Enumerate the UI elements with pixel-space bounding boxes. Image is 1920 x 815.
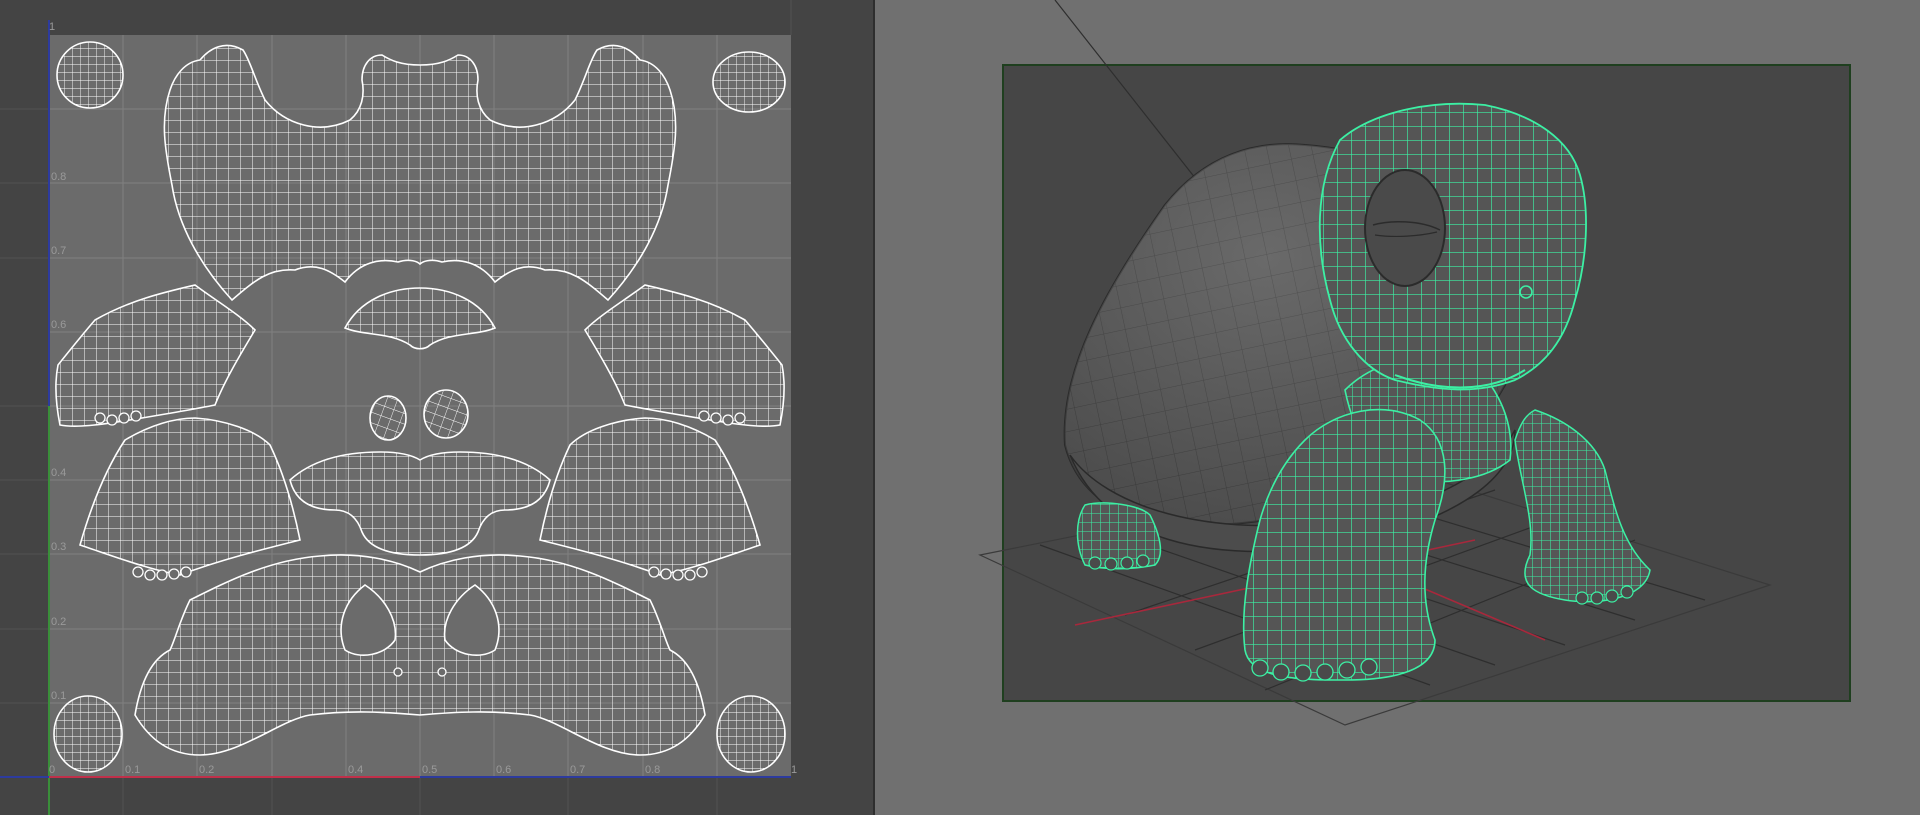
uv-shell-foot-top-left[interactable]	[56, 41, 124, 109]
uv-shell-eye-right[interactable]	[423, 389, 469, 439]
uv-shell-back[interactable]	[163, 44, 677, 302]
v-label-0.6: 0.6	[51, 319, 66, 331]
v-label-0.1: 0.1	[51, 690, 66, 702]
v-label-0.4: 0.4	[51, 467, 66, 479]
uv-editor-canvas[interactable]: 0 0.1 0.2 0.4 0.5 0.6 0.7 0.8 1 1 0.8 0.…	[0, 0, 873, 815]
viewport-canvas[interactable]	[875, 0, 1920, 815]
uv-shell-foot-bottom-right[interactable]	[716, 695, 786, 773]
uv-shell-foot-bottom-left[interactable]	[53, 695, 123, 773]
uv-shell-foot-top-right[interactable]	[712, 51, 786, 113]
v-label-0.8: 0.8	[51, 171, 66, 183]
u-label-1: 1	[791, 764, 797, 776]
u-label-0.8: 0.8	[645, 764, 660, 776]
u-label-0.7: 0.7	[570, 764, 585, 776]
u-label-0.2: 0.2	[199, 764, 214, 776]
turtle-eye[interactable]	[1364, 169, 1446, 287]
u-label-0.5: 0.5	[422, 764, 437, 776]
uv-shell-eye-left[interactable]	[369, 395, 407, 441]
v-label-0.7: 0.7	[51, 245, 66, 257]
u-label-0.6: 0.6	[496, 764, 511, 776]
turtle-head[interactable]	[1318, 102, 1587, 391]
v-label-0.2: 0.2	[51, 616, 66, 628]
u-label-0.4: 0.4	[348, 764, 363, 776]
u-label-0: 0	[49, 764, 55, 776]
u-label-0.1: 0.1	[125, 764, 140, 776]
viewport-panel[interactable]	[875, 0, 1920, 815]
uv-editor-panel[interactable]: 0 0.1 0.2 0.4 0.5 0.6 0.7 0.8 1 1 0.8 0.…	[0, 0, 873, 815]
v-label-1: 1	[49, 21, 55, 33]
v-label-0.3: 0.3	[51, 541, 66, 553]
